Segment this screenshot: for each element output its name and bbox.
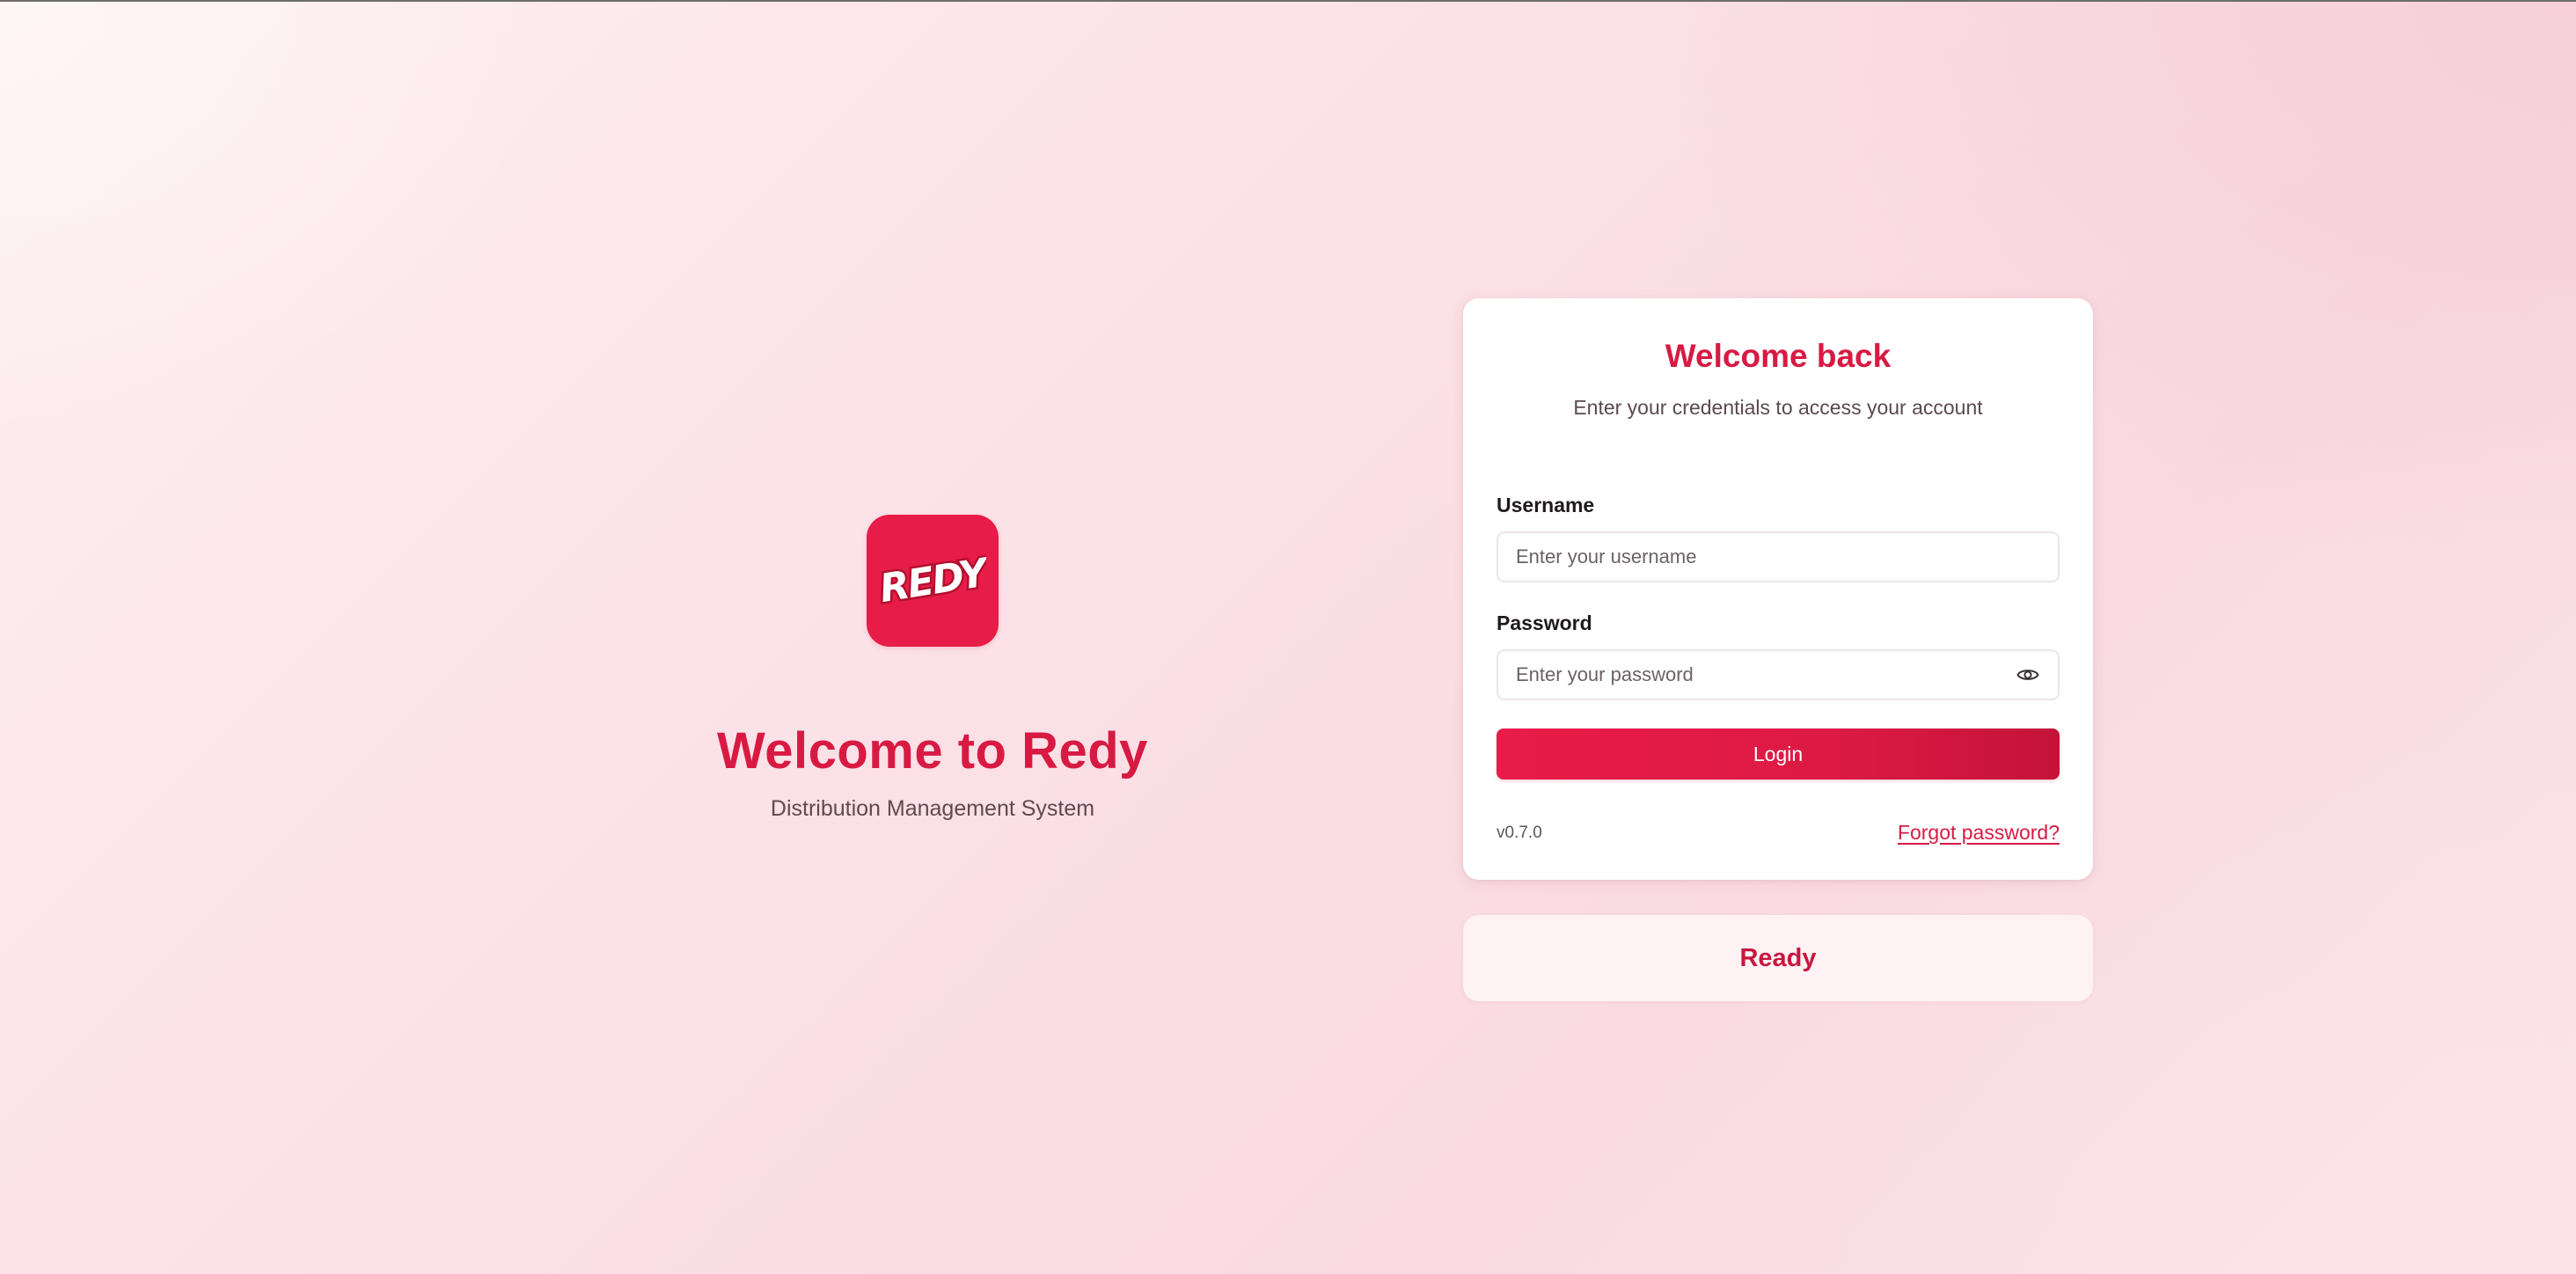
hero-subtitle: Distribution Management System xyxy=(770,796,1095,821)
login-button[interactable]: Login xyxy=(1497,729,2060,780)
login-card: Welcome back Enter your credentials to a… xyxy=(1463,298,2093,880)
username-label: Username xyxy=(1497,494,1595,516)
redy-logo: REDY xyxy=(867,515,999,647)
status-text: Ready xyxy=(1739,943,1817,972)
password-label: Password xyxy=(1497,611,1592,634)
login-subtitle: Enter your credentials to access your ac… xyxy=(1573,396,1983,419)
status-card: Ready xyxy=(1463,915,2093,1001)
hero-title: Welcome to Redy xyxy=(717,722,1148,780)
username-input[interactable] xyxy=(1497,531,2060,582)
hero-section: REDY Welcome to Redy Distribution Manage… xyxy=(581,515,1284,820)
forgot-password-link[interactable]: Forgot password? xyxy=(1898,823,2060,843)
login-title: Welcome back xyxy=(1665,338,1892,374)
redy-logo-mark: REDY xyxy=(879,550,986,611)
password-input[interactable] xyxy=(1497,649,2060,700)
eye-icon xyxy=(2016,670,2039,680)
svg-text:REDY: REDY xyxy=(879,550,986,611)
show-password-toggle[interactable] xyxy=(2014,662,2042,688)
version-label: v0.7.0 xyxy=(1497,824,1542,842)
